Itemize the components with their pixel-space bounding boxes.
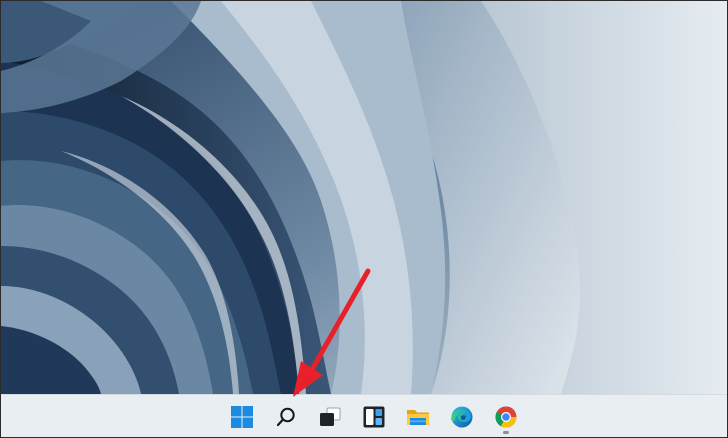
chrome-button[interactable] (489, 400, 523, 434)
screenshot-frame (0, 0, 728, 438)
taskbar (1, 394, 727, 437)
search-icon (276, 407, 295, 427)
start-button[interactable] (225, 400, 259, 434)
chrome-icon (495, 406, 517, 428)
folder-icon (407, 410, 429, 425)
widgets-button[interactable] (357, 400, 391, 434)
task-view-icon (320, 407, 341, 426)
task-view-button[interactable] (313, 400, 347, 434)
file-explorer-button[interactable] (401, 400, 435, 434)
windows-start-icon (231, 406, 253, 428)
search-button[interactable] (269, 400, 303, 434)
widgets-icon (363, 406, 385, 428)
edge-button[interactable] (445, 400, 479, 434)
edge-icon (451, 406, 473, 428)
running-indicator (503, 431, 509, 434)
desktop-wallpaper (1, 1, 727, 394)
